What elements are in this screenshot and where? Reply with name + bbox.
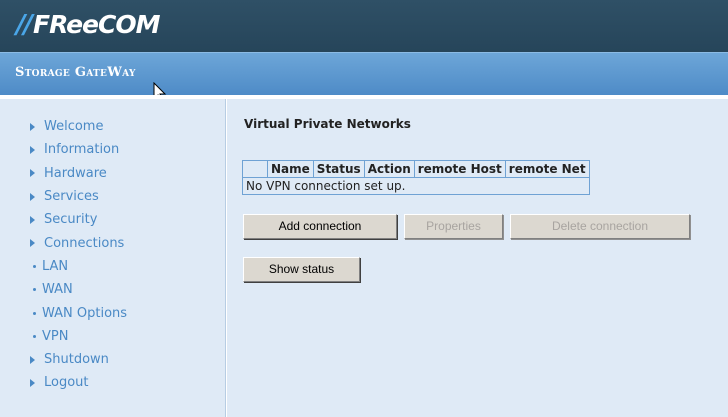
top-header: // FReeCOM bbox=[0, 0, 728, 52]
main-panel: Virtual Private Networks Name Status Act… bbox=[227, 99, 728, 417]
sidebar: Welcome Information Hardware Services Securi… bbox=[0, 99, 226, 417]
empty-message: No VPN connection set up. bbox=[242, 177, 590, 195]
header-name: Name bbox=[267, 160, 314, 178]
product-name: Storage GateWay bbox=[15, 65, 136, 80]
triangle-right-icon bbox=[30, 192, 35, 201]
triangle-right-icon bbox=[30, 215, 35, 224]
sidebar-item-label: Welcome bbox=[44, 119, 104, 135]
sidebar-nav: Welcome Information Hardware Services Securi… bbox=[28, 115, 127, 395]
bullet-icon bbox=[33, 311, 36, 315]
sidebar-item-label: Shutdown bbox=[44, 352, 109, 368]
page-title: Virtual Private Networks bbox=[244, 117, 411, 131]
sidebar-item-label: LAN bbox=[42, 258, 69, 274]
sidebar-item-connections[interactable]: Connections bbox=[28, 231, 127, 254]
sidebar-item-security[interactable]: Security bbox=[28, 208, 127, 231]
sidebar-item-label: Connections bbox=[44, 235, 125, 251]
header-remote-net: remote Net bbox=[504, 160, 590, 178]
sidebar-item-vpn[interactable]: VPN bbox=[28, 325, 127, 348]
bullet-icon bbox=[33, 288, 36, 292]
sidebar-item-shutdown[interactable]: Shutdown bbox=[28, 348, 127, 371]
sidebar-item-label: WAN bbox=[42, 282, 73, 298]
sidebar-item-label: Security bbox=[44, 212, 98, 228]
sidebar-item-label: Information bbox=[44, 142, 120, 158]
table-header-row: Name Status Action remote Host remote Ne… bbox=[242, 160, 590, 178]
header-action: Action bbox=[363, 160, 415, 178]
table-row: No VPN connection set up. bbox=[242, 177, 590, 195]
sidebar-item-hardware[interactable]: Hardware bbox=[28, 162, 127, 185]
header-remote-host: remote Host bbox=[413, 160, 506, 178]
sidebar-item-welcome[interactable]: Welcome bbox=[28, 115, 127, 138]
triangle-right-icon bbox=[30, 239, 35, 248]
sidebar-item-information[interactable]: Information bbox=[28, 138, 127, 161]
sidebar-item-wan[interactable]: WAN bbox=[28, 278, 127, 301]
sidebar-item-label: Hardware bbox=[44, 165, 107, 181]
logo-text: FReeCOM bbox=[33, 10, 160, 39]
sidebar-item-label: Logout bbox=[44, 375, 89, 391]
product-banner: Storage GateWay bbox=[0, 52, 728, 95]
header-status: Status bbox=[312, 160, 365, 178]
triangle-right-icon bbox=[30, 122, 35, 131]
show-status-button[interactable]: Show status bbox=[243, 257, 360, 282]
bullet-icon bbox=[33, 264, 36, 268]
triangle-right-icon bbox=[30, 378, 35, 387]
header-select bbox=[242, 160, 268, 178]
triangle-right-icon bbox=[30, 145, 35, 154]
sidebar-item-label: WAN Options bbox=[42, 305, 128, 321]
bullet-icon bbox=[33, 334, 36, 338]
add-connection-button[interactable]: Add connection bbox=[243, 214, 397, 239]
freecom-logo: // FReeCOM bbox=[16, 10, 160, 40]
properties-button[interactable]: Properties bbox=[404, 214, 503, 239]
vpn-table: Name Status Action remote Host remote Ne… bbox=[242, 160, 590, 195]
sidebar-item-wan-options[interactable]: WAN Options bbox=[28, 301, 127, 324]
logo-slashes: // bbox=[16, 10, 33, 40]
sidebar-item-lan[interactable]: LAN bbox=[28, 255, 127, 278]
sidebar-item-logout[interactable]: Logout bbox=[28, 371, 127, 394]
triangle-right-icon bbox=[30, 169, 35, 178]
triangle-right-icon bbox=[30, 355, 35, 364]
sidebar-item-label: VPN bbox=[42, 328, 69, 344]
sidebar-item-services[interactable]: Services bbox=[28, 185, 127, 208]
delete-connection-button[interactable]: Delete connection bbox=[510, 214, 690, 239]
sidebar-item-label: Services bbox=[44, 189, 99, 205]
